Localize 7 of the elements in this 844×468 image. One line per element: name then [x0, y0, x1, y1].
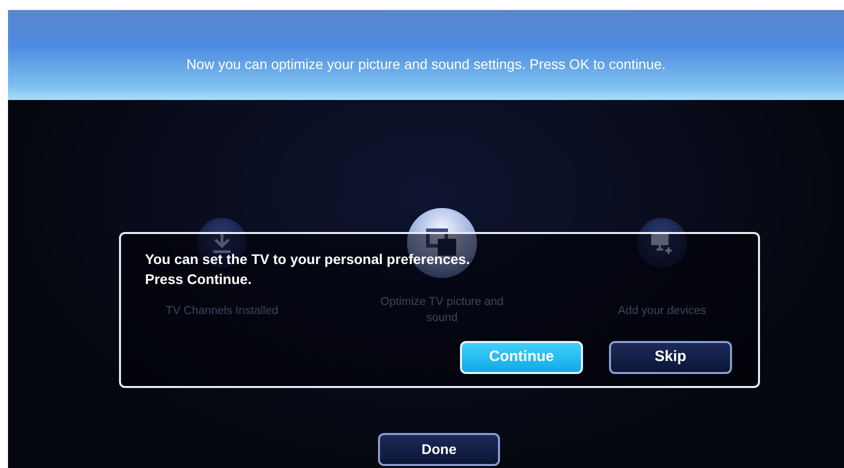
step-label: Optimize TV picture and sound: [380, 295, 504, 326]
banner-text: Now you can optimize your picture and sound settings. Press OK to continue.: [186, 54, 666, 74]
dialog-button[interactable]: Skip: [609, 341, 732, 374]
dialog-message: You can set the TV to your personal preferences. Press Continue.: [145, 250, 470, 289]
step-label: TV Channels Installed: [164, 304, 280, 319]
done-button[interactable]: Done: [378, 433, 500, 466]
step-label: Add your devices: [616, 304, 708, 319]
